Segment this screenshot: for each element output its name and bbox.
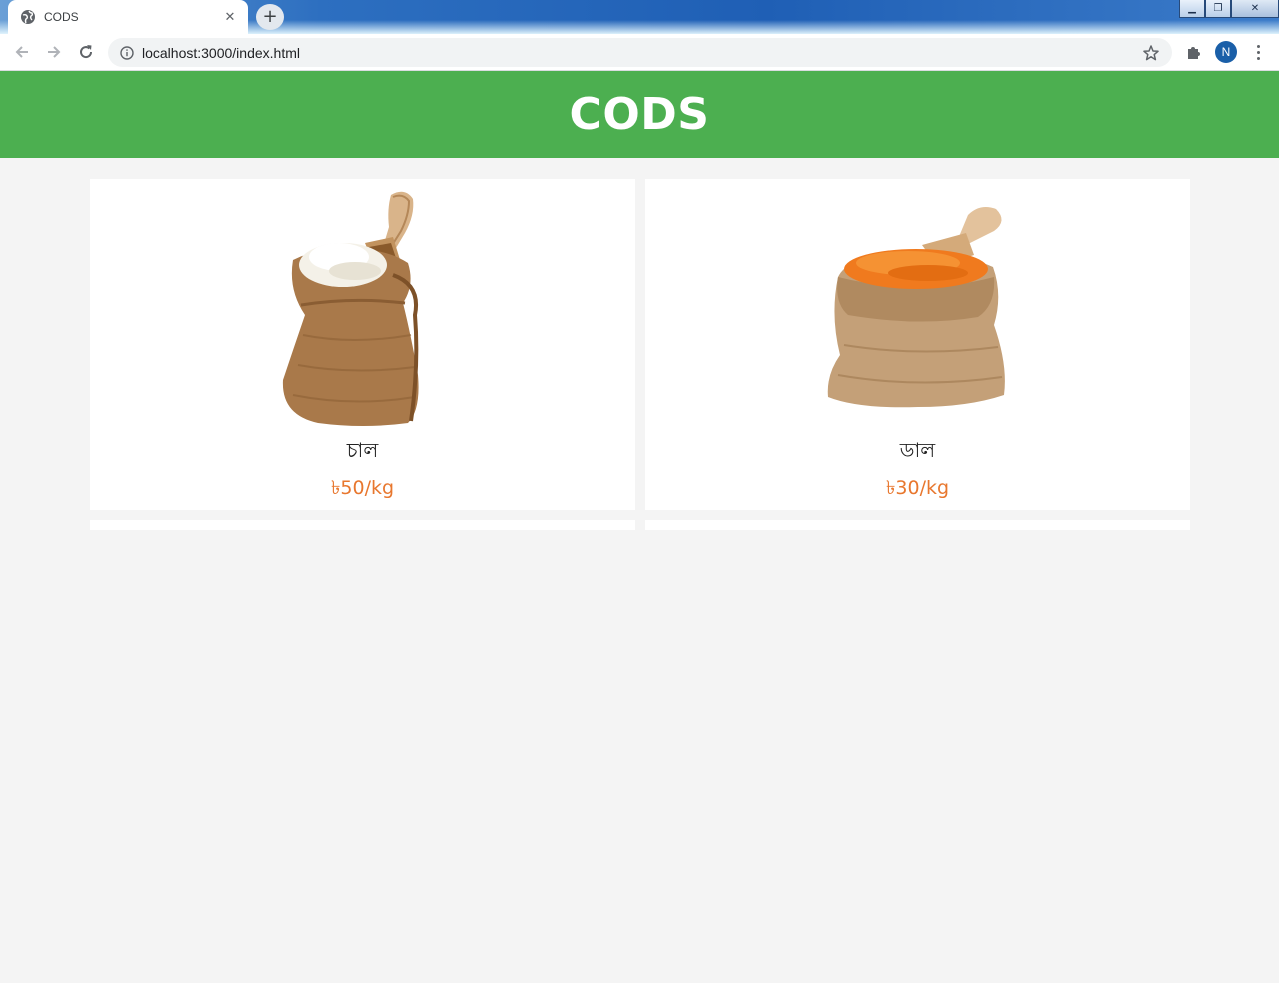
forward-button[interactable]: [44, 42, 64, 62]
forward-arrow-icon: [48, 46, 61, 58]
extensions-puzzle-icon[interactable]: [1185, 43, 1203, 61]
site-header: CODS: [0, 71, 1279, 158]
lentil-sack-image: [827, 207, 1005, 408]
product-price: ৳30/kg: [885, 477, 950, 499]
back-button[interactable]: [12, 42, 32, 62]
browser-menu-icon[interactable]: [1250, 42, 1266, 62]
product-card-partial: [90, 520, 635, 530]
bookmark-star-icon[interactable]: [1142, 44, 1160, 62]
product-name: চাল: [346, 438, 379, 462]
browser-toolbar: localhost:3000/index.html: [0, 34, 1279, 71]
close-window-button[interactable]: ✕: [1231, 0, 1279, 18]
url-text[interactable]: localhost:3000/index.html: [142, 45, 1142, 61]
profile-avatar[interactable]: N: [1215, 41, 1237, 63]
window-controls: ▁ ❐ ✕: [1179, 0, 1279, 18]
site-title: CODS: [569, 89, 710, 140]
product-card-partial: [645, 520, 1190, 530]
browser-tab[interactable]: CODS ✕: [8, 0, 248, 34]
globe-icon: [21, 10, 35, 24]
rice-sack-image: [282, 191, 419, 426]
product-card[interactable]: চাল ৳50/kg: [90, 179, 635, 510]
reload-icon: [80, 45, 93, 59]
tab-title: CODS: [44, 10, 79, 24]
product-price: ৳50/kg: [330, 477, 395, 499]
address-bar[interactable]: localhost:3000/index.html: [108, 38, 1172, 67]
tab-close-icon[interactable]: ✕: [222, 10, 238, 25]
info-icon[interactable]: [120, 45, 134, 60]
back-arrow-icon: [15, 46, 28, 58]
product-grid: চাল ৳50/kg ডাল ৳30/kg: [90, 179, 1190, 530]
minimize-button[interactable]: ▁: [1179, 0, 1205, 18]
product-name: ডাল: [899, 438, 936, 462]
new-tab-button[interactable]: +: [256, 4, 284, 30]
product-card[interactable]: ডাল ৳30/kg: [645, 179, 1190, 510]
reload-button[interactable]: [76, 42, 96, 62]
restore-button[interactable]: ❐: [1205, 0, 1231, 18]
